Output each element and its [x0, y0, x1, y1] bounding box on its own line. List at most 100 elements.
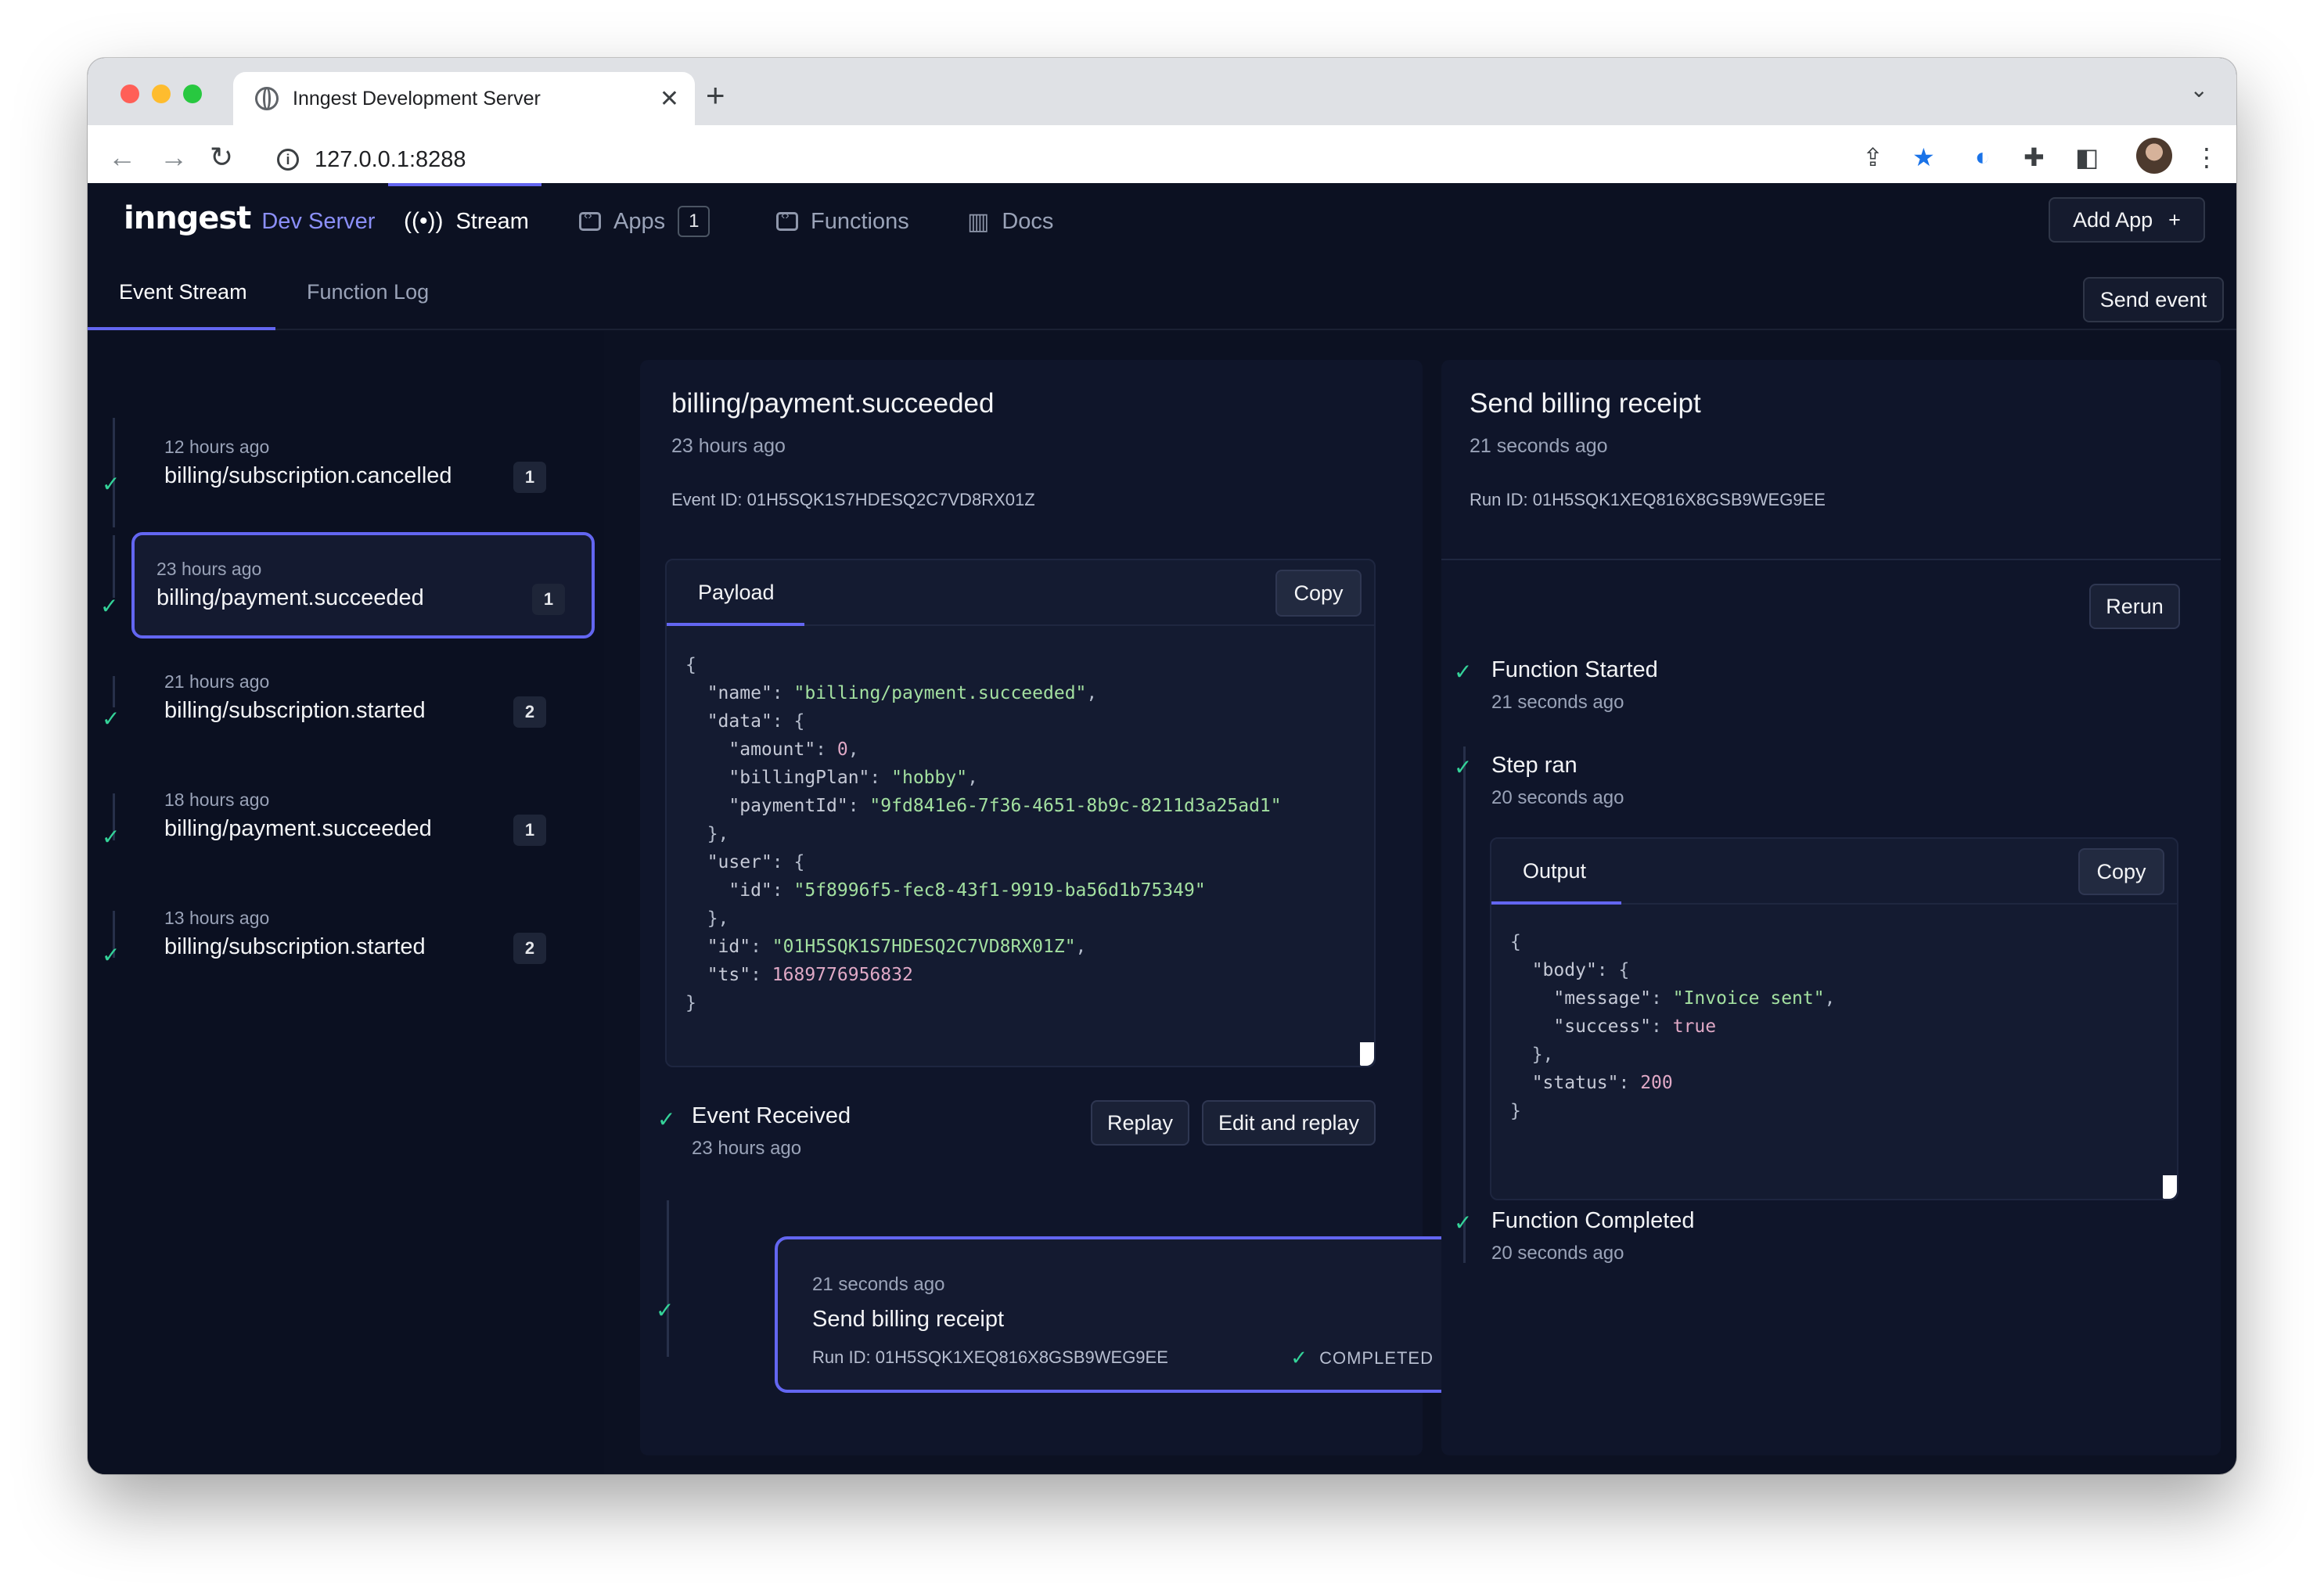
event-received-time: 23 hours ago: [692, 1138, 802, 1159]
event-name: billing/payment.succeeded: [156, 585, 424, 610]
address-bar[interactable]: i 127.0.0.1:8288: [260, 136, 2060, 183]
apps-count-badge: 1: [678, 206, 711, 237]
output-resize-handle[interactable]: [2163, 1175, 2177, 1199]
copy-output-button[interactable]: Copy: [2078, 848, 2164, 895]
close-tab-icon[interactable]: ✕: [660, 85, 679, 113]
payload-payment-id-value: 9fd841e6-7f36-4651-8b9c-8211d3a25ad1: [880, 796, 1271, 816]
more-menu-icon[interactable]: ⋮: [2194, 142, 2219, 172]
run-detail-title: Send billing receipt: [1470, 388, 1701, 419]
check-icon: ✓: [1454, 660, 1473, 684]
timeline-rail: [667, 1200, 669, 1357]
event-run-count: 1: [513, 462, 546, 493]
payload-plan-value: hobby: [901, 768, 957, 788]
check-icon: ✓: [1290, 1346, 1309, 1369]
apps-icon: [579, 209, 601, 231]
event-list-item[interactable]: ✓ 12 hours ago billing/subscription.canc…: [102, 418, 585, 523]
profile-avatar[interactable]: [2136, 138, 2172, 174]
share-icon[interactable]: ⇪: [1862, 142, 1883, 172]
tab-output[interactable]: Output: [1523, 859, 1586, 883]
step-title: Function Completed: [1491, 1208, 1695, 1233]
check-icon: ✓: [657, 1107, 676, 1131]
tab-payload[interactable]: Payload: [698, 581, 775, 605]
add-app-button[interactable]: Add App +: [2049, 197, 2205, 243]
new-tab-button[interactable]: +: [706, 77, 725, 114]
step-time: 20 seconds ago: [1491, 1243, 1624, 1264]
nav-functions[interactable]: Functions: [776, 200, 909, 243]
bookmark-star-icon[interactable]: ★: [1912, 142, 1935, 172]
payload-id-value: 01H5SQK1S7HDESQ2C7VD8RX01Z: [782, 937, 1065, 957]
extension-icon[interactable]: ◐: [1975, 142, 1990, 171]
browser-window: Inngest Development Server ✕ + ⌄ ← → ↻ i…: [88, 58, 2236, 1474]
send-event-button[interactable]: Send event: [2083, 277, 2224, 322]
book-icon: ▥: [967, 208, 990, 235]
payload-tab-indicator: [667, 623, 804, 626]
minimize-window-button[interactable]: [152, 85, 171, 103]
info-icon[interactable]: i: [277, 149, 299, 171]
check-icon: ✓: [1454, 755, 1473, 779]
event-list-item[interactable]: ✓ 13 hours ago billing/subscription.star…: [102, 889, 585, 994]
run-detail-time: 21 seconds ago: [1470, 435, 1608, 457]
functions-icon: [776, 209, 798, 231]
run-detail-id[interactable]: Run ID: 01H5SQK1XEQ816X8GSB9WEG9EE: [1470, 490, 1826, 510]
check-icon: ✓: [102, 707, 121, 731]
plus-icon: +: [2168, 207, 2181, 232]
tab-event-stream[interactable]: Event Stream: [119, 280, 247, 304]
back-arrow-icon[interactable]: ←: [108, 141, 136, 174]
event-list-item[interactable]: ✓ 21 hours ago billing/subscription.star…: [102, 653, 585, 757]
output-status-value: 200: [1640, 1073, 1673, 1093]
timeline-rail: [113, 535, 115, 598]
close-window-button[interactable]: [121, 85, 139, 103]
nav-apps[interactable]: Apps 1: [579, 200, 711, 243]
run-time: 21 seconds ago: [812, 1274, 945, 1295]
app-header: inngest Dev Server ((•)) Stream Apps 1 F…: [88, 183, 2236, 260]
payload-json[interactable]: { "name": "billing/payment.succeeded", "…: [685, 651, 1282, 1017]
stream-active-indicator: [388, 183, 541, 186]
event-detail-time: 23 hours ago: [671, 435, 786, 457]
output-header: Output Copy: [1491, 839, 2177, 905]
run-status-label: COMPLETED: [1319, 1347, 1434, 1368]
puzzle-extensions-icon[interactable]: ✚: [2024, 142, 2045, 172]
event-run-count: 2: [513, 696, 546, 728]
side-panel-icon[interactable]: ◧: [2075, 142, 2099, 172]
function-run-card[interactable]: 21 seconds ago Send billing receipt Run …: [775, 1236, 1471, 1393]
event-id[interactable]: Event ID: 01H5SQK1S7HDESQ2C7VD8RX01Z: [671, 490, 1035, 510]
edit-and-replay-button[interactable]: Edit and replay: [1202, 1100, 1376, 1146]
globe-icon: [255, 87, 279, 110]
output-tab-indicator: [1491, 901, 1621, 905]
output-json[interactable]: { "body": { "message": "Invoice sent", "…: [1510, 928, 1835, 1125]
event-received-title: Event Received: [692, 1103, 851, 1128]
copy-payload-button[interactable]: Copy: [1275, 570, 1362, 617]
inngest-logo[interactable]: inngest Dev Server: [124, 200, 375, 236]
logo-subtitle: Dev Server: [261, 209, 376, 234]
tab-function-log[interactable]: Function Log: [307, 280, 429, 304]
event-list-item[interactable]: ✓ 18 hours ago billing/payment.succeeded…: [102, 771, 585, 876]
event-name: billing/subscription.started: [164, 934, 426, 959]
tab-search-chevron-icon[interactable]: ⌄: [2190, 77, 2208, 103]
nav-docs-label: Docs: [1002, 208, 1054, 234]
rerun-button[interactable]: Rerun: [2089, 584, 2180, 629]
payload-resize-handle[interactable]: [1360, 1042, 1374, 1066]
payload-user-id-value: 5f8996f5-fec8-43f1-9919-ba56d1b75349: [804, 880, 1195, 901]
event-stream-list: ✓ 12 hours ago billing/subscription.canc…: [88, 332, 604, 1474]
event-time: 12 hours ago: [164, 437, 270, 457]
check-icon: ✓: [656, 1298, 675, 1322]
maximize-window-button[interactable]: [183, 85, 202, 103]
output-viewer: Output Copy { "body": { "message": "Invo…: [1490, 837, 2178, 1200]
broadcast-icon: ((•)): [404, 208, 444, 234]
divider: [1441, 559, 2221, 560]
nav-stream[interactable]: ((•)) Stream: [404, 200, 529, 243]
browser-tab[interactable]: Inngest Development Server ✕: [233, 72, 695, 125]
nav-docs[interactable]: ▥ Docs: [967, 200, 1053, 243]
output-message-value: Invoice sent: [1683, 988, 1814, 1009]
run-id: Run ID: 01H5SQK1XEQ816X8GSB9WEG9EE: [812, 1347, 1168, 1367]
nav-apps-label: Apps: [613, 208, 666, 234]
reload-icon[interactable]: ↻: [210, 141, 233, 174]
forward-arrow-icon[interactable]: →: [160, 141, 188, 174]
replay-button[interactable]: Replay: [1091, 1100, 1189, 1146]
subtab-active-indicator: [88, 327, 275, 330]
timeline-rail: [113, 676, 115, 707]
event-time: 23 hours ago: [156, 559, 262, 579]
event-name: billing/subscription.started: [164, 698, 426, 723]
event-list-item-selected[interactable]: ✓ 23 hours ago billing/payment.succeeded…: [100, 532, 595, 639]
add-app-label: Add App: [2073, 207, 2153, 232]
